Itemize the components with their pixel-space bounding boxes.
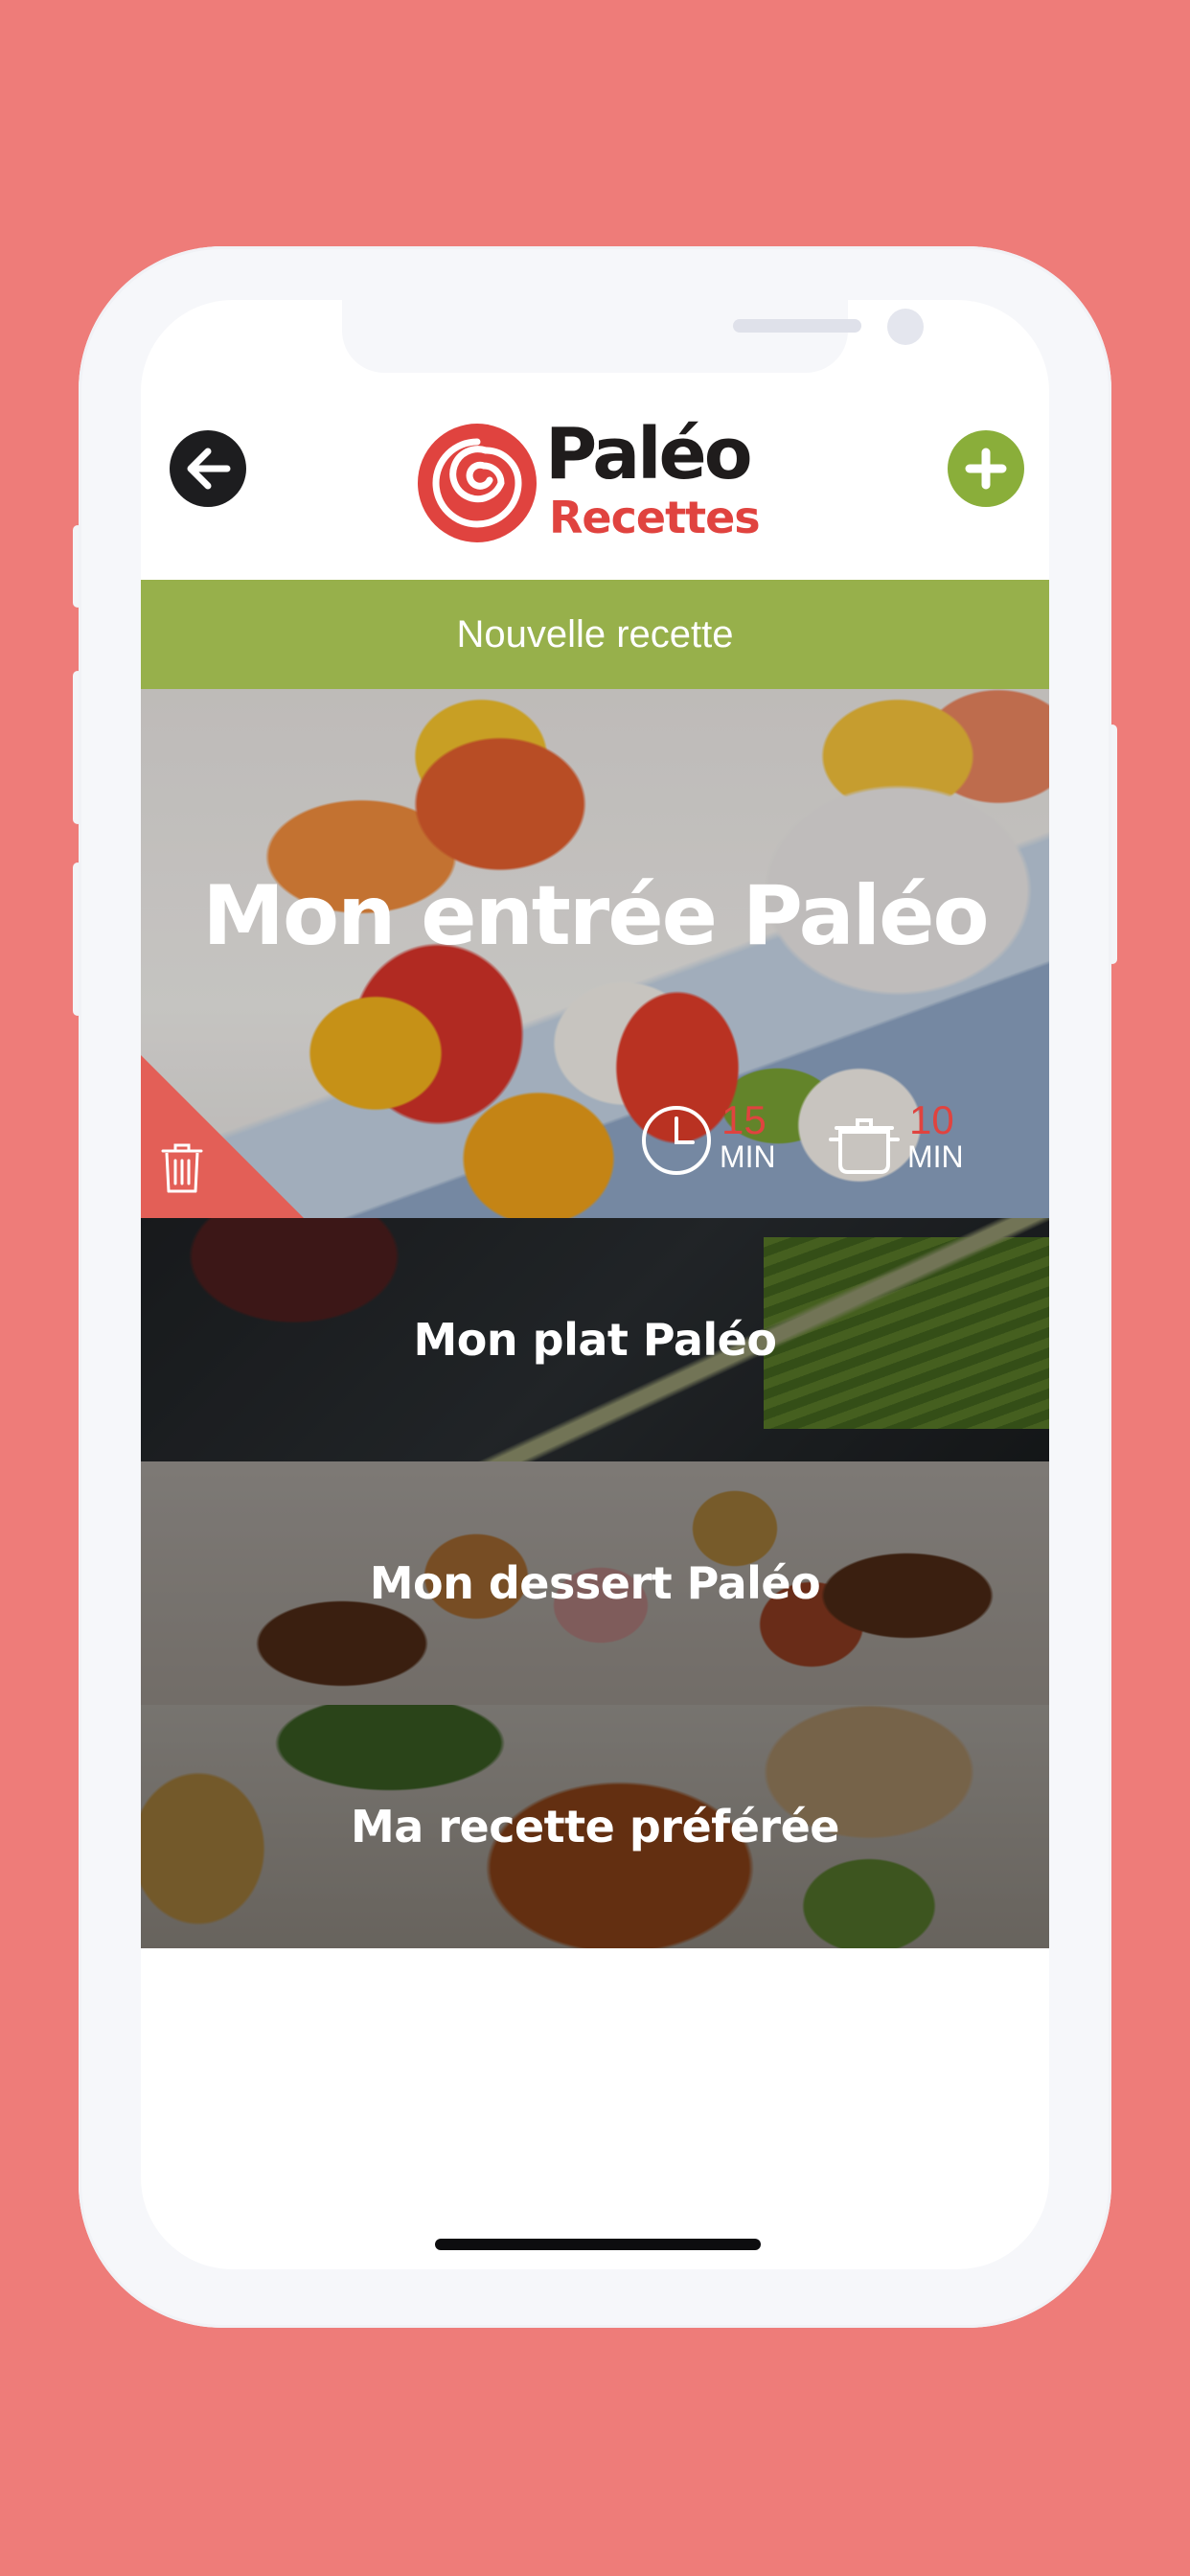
new-recipe-banner[interactable]: Nouvelle recette bbox=[141, 580, 1049, 689]
new-recipe-label: Nouvelle recette bbox=[456, 612, 734, 656]
recipe-row-dessert[interactable]: Mon dessert Paléo bbox=[141, 1461, 1049, 1705]
recipe-row-label: Mon dessert Paléo bbox=[369, 1557, 821, 1609]
featured-recipe-title: Mon entrée Paléo bbox=[202, 868, 989, 964]
arrow-left-icon bbox=[187, 448, 231, 490]
plus-icon bbox=[965, 448, 1007, 490]
back-button[interactable] bbox=[170, 430, 246, 507]
spiral-logo-icon bbox=[418, 424, 537, 542]
cook-time-unit: MIN bbox=[907, 1139, 964, 1174]
clock-icon bbox=[642, 1106, 711, 1175]
cook-time-value: 10 bbox=[909, 1097, 954, 1142]
prep-time: 15 MIN bbox=[639, 1097, 787, 1178]
front-camera bbox=[887, 309, 924, 345]
prep-time-value: 15 bbox=[721, 1097, 767, 1142]
notch bbox=[342, 300, 924, 373]
app-logo: Paléo Recettes bbox=[415, 413, 769, 545]
recipe-row-label: Mon plat Paléo bbox=[413, 1314, 777, 1366]
add-recipe-button[interactable] bbox=[948, 430, 1024, 507]
logo-subtitle: Recettes bbox=[549, 492, 761, 543]
pot-icon bbox=[829, 1118, 900, 1174]
recipe-row-label: Ma recette préférée bbox=[351, 1801, 839, 1852]
logo-title: Paléo bbox=[545, 413, 753, 495]
recipe-row-favorite[interactable]: Ma recette préférée bbox=[141, 1705, 1049, 1948]
recipe-row-main-course[interactable]: Mon plat Paléo bbox=[141, 1218, 1049, 1461]
prep-time-unit: MIN bbox=[720, 1139, 776, 1174]
speaker bbox=[733, 319, 861, 333]
featured-recipe-card[interactable]: Mon entrée Paléo 15 MIN 10 MIN bbox=[141, 689, 1049, 1218]
app-screen: Paléo Recettes Nouvelle recette Mon entr… bbox=[141, 300, 1049, 2269]
cook-time: 10 MIN bbox=[827, 1097, 974, 1178]
home-indicator[interactable] bbox=[435, 2239, 761, 2250]
trash-icon[interactable] bbox=[160, 1141, 204, 1195]
